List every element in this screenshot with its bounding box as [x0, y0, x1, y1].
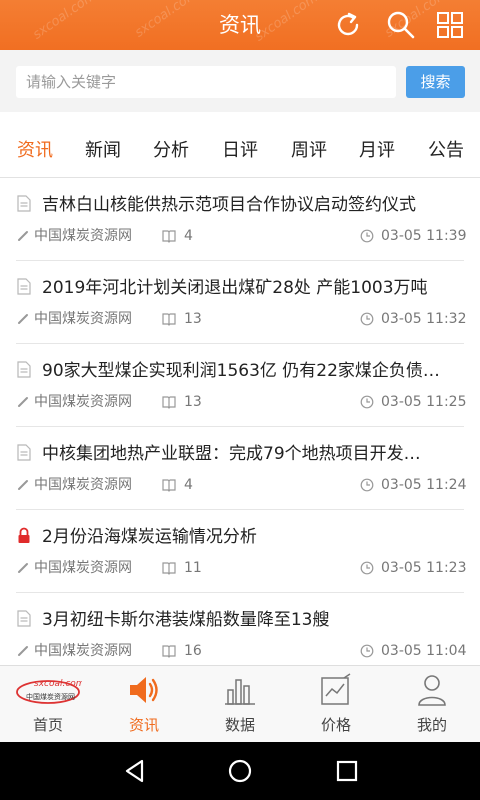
tab-xinwen[interactable]: 新闻: [74, 124, 132, 178]
book-icon: [162, 396, 176, 409]
news-item[interactable]: 2019年河北计划关闭退出煤矿28处 产能1003万吨 中国煤炭资源网 13 0…: [0, 261, 480, 344]
news-source: 中国煤炭资源网: [34, 643, 132, 659]
news-source: 中国煤炭资源网: [34, 560, 132, 576]
news-title: 2019年河北计划关闭退出煤矿28处 产能1003万吨: [42, 278, 428, 298]
document-icon: [17, 361, 31, 378]
bottom-nav: sxcoal.com 中国煤炭资源网 首页 资讯 数据 价格 我的: [0, 665, 480, 742]
read-count: 13: [184, 311, 202, 327]
bar-chart-icon: [225, 679, 255, 705]
category-tabs: 资讯 新闻 分析 日评 周评 月评 公告: [0, 124, 480, 178]
nav-jiage[interactable]: 价格: [288, 666, 384, 743]
system-navigation-bar: [0, 742, 480, 800]
news-time: 03-05 11:25: [381, 394, 467, 410]
nav-zixun[interactable]: 资讯: [96, 666, 192, 743]
document-icon: [17, 610, 31, 627]
nav-wode[interactable]: 我的: [384, 666, 480, 743]
news-time: 03-05 11:04: [381, 643, 467, 659]
read-count: 4: [184, 228, 193, 244]
tab-zixun[interactable]: 资讯: [6, 124, 64, 178]
nav-label: 我的: [416, 716, 447, 734]
news-source: 中国煤炭资源网: [34, 311, 132, 327]
app-root: sxcoal.com sxcoal.com sxcoal.com sxcoal.…: [0, 0, 480, 800]
link-icon: [18, 480, 28, 490]
price-chart-icon: [321, 673, 351, 705]
nav-label: 价格: [320, 716, 351, 734]
link-icon: [18, 231, 28, 241]
top-app-bar: sxcoal.com sxcoal.com sxcoal.com sxcoal.…: [0, 0, 480, 50]
book-icon: [162, 230, 176, 243]
clock-icon: [360, 644, 374, 658]
news-time: 03-05 11:23: [381, 560, 467, 576]
back-icon[interactable]: [118, 754, 152, 788]
tab-gonggao[interactable]: 公告: [417, 124, 475, 178]
clock-icon: [360, 395, 374, 409]
home-icon[interactable]: [223, 754, 257, 788]
logo-brand: sxcoal.com: [34, 679, 82, 689]
book-icon: [162, 313, 176, 326]
link-icon: [18, 314, 28, 324]
search-button[interactable]: 搜索: [406, 66, 465, 98]
nav-home[interactable]: sxcoal.com 中国煤炭资源网 首页: [0, 666, 96, 743]
link-icon: [18, 397, 28, 407]
search-icon[interactable]: [385, 9, 417, 41]
logo-brand-cn: 中国煤炭资源网: [26, 692, 75, 701]
nav-label: 资讯: [128, 716, 159, 734]
read-count: 11: [184, 560, 202, 576]
tab-ripng[interactable]: 日评: [211, 124, 269, 178]
news-title: 2月份沿海煤炭运输情况分析: [42, 527, 257, 547]
news-item[interactable]: 90家大型煤企实现利润1563亿 仍有22家煤企负债… 中国煤炭资源网 13 0…: [0, 344, 480, 427]
news-source: 中国煤炭资源网: [34, 394, 132, 410]
news-list: 吉林白山核能供热示范项目合作协议启动签约仪式 中国煤炭资源网 4 03-05 1…: [0, 178, 480, 665]
document-icon: [17, 278, 31, 295]
link-icon: [18, 563, 28, 573]
search-input[interactable]: [16, 66, 396, 98]
nav-label: 数据: [224, 716, 255, 734]
clock-icon: [360, 312, 374, 326]
news-title: 中核集团地热产业联盟：完成79个地热项目开发…: [42, 444, 421, 464]
clock-icon: [360, 561, 374, 575]
tab-yueping[interactable]: 月评: [348, 124, 406, 178]
news-title: 3月初纽卡斯尔港装煤船数量降至13艘: [42, 610, 330, 630]
grid-menu-icon[interactable]: [434, 9, 466, 41]
tab-fenxi[interactable]: 分析: [142, 124, 200, 178]
nav-label: 首页: [32, 716, 63, 734]
news-title: 吉林白山核能供热示范项目合作协议启动签约仪式: [42, 195, 416, 215]
book-icon: [162, 645, 176, 658]
nav-shuju[interactable]: 数据: [192, 666, 288, 743]
news-time: 03-05 11:24: [381, 477, 467, 493]
lock-icon: [18, 527, 30, 543]
speaker-icon: [130, 677, 158, 703]
news-time: 03-05 11:32: [381, 311, 467, 327]
clock-icon: [360, 478, 374, 492]
read-count: 16: [184, 643, 202, 659]
recents-icon[interactable]: [330, 754, 364, 788]
document-icon: [17, 444, 31, 461]
read-count: 4: [184, 477, 193, 493]
news-item[interactable]: 吉林白山核能供热示范项目合作协议启动签约仪式 中国煤炭资源网 4 03-05 1…: [0, 178, 480, 261]
link-icon: [18, 646, 28, 656]
news-source: 中国煤炭资源网: [34, 477, 132, 493]
home-logo-icon: sxcoal.com 中国煤炭资源网: [16, 679, 82, 704]
news-title: 90家大型煤企实现利润1563亿 仍有22家煤企负债…: [42, 361, 440, 381]
refresh-icon[interactable]: [332, 9, 364, 41]
news-item[interactable]: 2月份沿海煤炭运输情况分析 中国煤炭资源网 11 03-05 11:23: [0, 510, 480, 593]
news-time: 03-05 11:39: [381, 228, 467, 244]
user-icon: [418, 675, 446, 706]
clock-icon: [360, 229, 374, 243]
tab-zhouping[interactable]: 周评: [280, 124, 338, 178]
news-source: 中国煤炭资源网: [34, 228, 132, 244]
news-item[interactable]: 3月初纽卡斯尔港装煤船数量降至13艘 中国煤炭资源网 16 03-05 11:0…: [0, 593, 480, 665]
book-icon: [162, 479, 176, 492]
read-count: 13: [184, 394, 202, 410]
book-icon: [162, 562, 176, 575]
document-icon: [17, 195, 31, 212]
news-item[interactable]: 中核集团地热产业联盟：完成79个地热项目开发… 中国煤炭资源网 4 03-05 …: [0, 427, 480, 510]
